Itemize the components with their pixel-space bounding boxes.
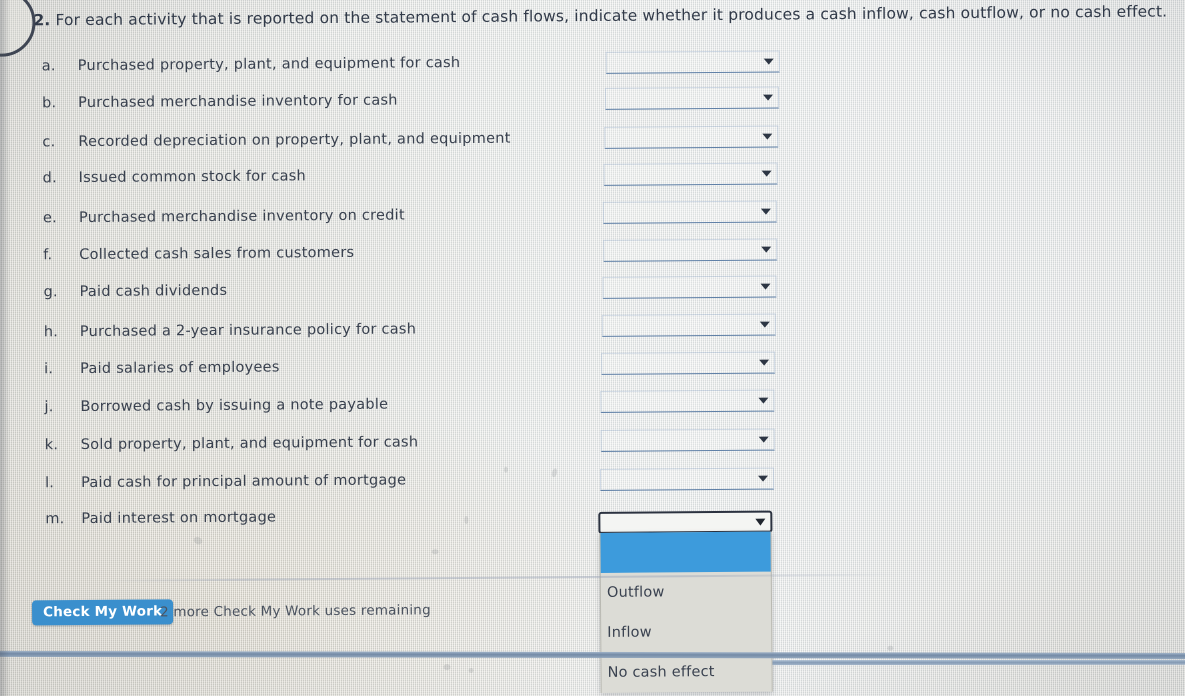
row-letter: m. (45, 511, 65, 528)
chevron-down-icon (760, 208, 771, 215)
activity-label-g: Paid cash dividends (79, 282, 228, 301)
exam-question-screen: 2. For each activity that is reported on… (0, 0, 1185, 696)
chevron-down-icon (763, 94, 774, 101)
answer-select-i[interactable] (601, 351, 776, 375)
answer-dropdown-menu[interactable]: Outflow Inflow No cash effect (599, 531, 773, 693)
section-divider (101, 573, 902, 582)
activity-label-d: Issued common stock for cash (78, 168, 307, 187)
row-letter: b. (41, 95, 57, 112)
activity-label-f: Collected cash sales from customers (79, 244, 355, 264)
row-letter: e. (42, 210, 57, 227)
answer-select-e[interactable] (602, 200, 778, 224)
check-my-work-uses-remaining: 2 more Check My Work uses remaining (160, 602, 431, 621)
question-text: For each activity that is reported on th… (55, 2, 1168, 30)
photo-speck (464, 515, 469, 525)
photo-speck (887, 645, 894, 651)
row-letter: a. (41, 58, 56, 75)
answer-select-m[interactable] (598, 510, 773, 534)
answer-select-f[interactable] (603, 238, 778, 262)
row-letter: d. (42, 170, 57, 187)
answer-select-g[interactable] (602, 275, 777, 299)
answer-select-k[interactable] (600, 428, 775, 452)
chevron-down-icon (758, 436, 769, 443)
answer-select-c[interactable] (604, 125, 779, 149)
chevron-down-icon (761, 170, 772, 177)
activity-label-h: Purchased a 2-year insurance policy for … (79, 321, 417, 341)
chevron-down-icon (761, 246, 772, 253)
question-number: 2. (33, 11, 51, 30)
activity-label-i: Paid salaries of employees (80, 359, 280, 378)
chevron-down-icon (758, 397, 769, 404)
answer-select-a[interactable] (605, 50, 780, 74)
dropdown-option-blank[interactable] (600, 531, 771, 573)
photo-speck (550, 467, 559, 478)
row-letter: g. (43, 284, 58, 301)
chevron-down-icon (759, 359, 770, 366)
answer-select-b[interactable] (604, 86, 780, 110)
chevron-down-icon (760, 283, 771, 290)
chevron-down-icon (758, 475, 769, 482)
activity-label-l: Paid cash for principal amount of mortga… (80, 472, 407, 492)
activity-label-e: Purchased merchandise inventory on credi… (78, 207, 405, 227)
chevron-down-icon (763, 58, 774, 65)
check-my-work-button[interactable]: Check My Work (31, 599, 174, 626)
photo-speck (503, 466, 508, 473)
row-letter: k. (44, 437, 59, 454)
photo-speck (468, 667, 474, 673)
footer-rule-secondary (772, 659, 1185, 666)
chevron-down-icon (759, 321, 770, 328)
row-letter: c. (42, 134, 56, 151)
question-prompt: 2. For each activity that is reported on… (33, 1, 1178, 31)
photo-speck (431, 549, 439, 555)
row-letter: f. (43, 247, 53, 264)
activity-label-c: Recorded depreciation on property, plant… (78, 130, 511, 151)
previous-question-button[interactable] (0, 0, 36, 57)
row-letter: i. (44, 361, 54, 378)
activity-label-j: Borrowed cash by issuing a note payable (80, 396, 389, 416)
chevron-down-icon (755, 518, 766, 526)
answer-select-j[interactable] (600, 389, 775, 413)
activity-label-m: Paid interest on mortgage (81, 509, 277, 528)
row-letter: h. (43, 324, 59, 341)
answer-select-l[interactable] (599, 467, 775, 491)
footer-rule (0, 650, 1185, 660)
dropdown-option-inflow[interactable]: Inflow (601, 612, 771, 653)
activity-label-a: Purchased property, plant, and equipment… (77, 55, 461, 75)
answer-select-h[interactable] (601, 313, 776, 337)
activity-label-k: Sold property, plant, and equipment for … (80, 434, 419, 454)
answer-select-d[interactable] (603, 162, 778, 186)
photo-speck (192, 535, 204, 546)
dropdown-option-outflow[interactable]: Outflow (601, 572, 771, 613)
chevron-down-icon (762, 133, 773, 140)
row-letter: j. (44, 399, 54, 416)
photo-speck (443, 664, 451, 671)
row-letter: l. (44, 475, 55, 492)
activity-label-b: Purchased merchandise inventory for cash (77, 92, 398, 112)
